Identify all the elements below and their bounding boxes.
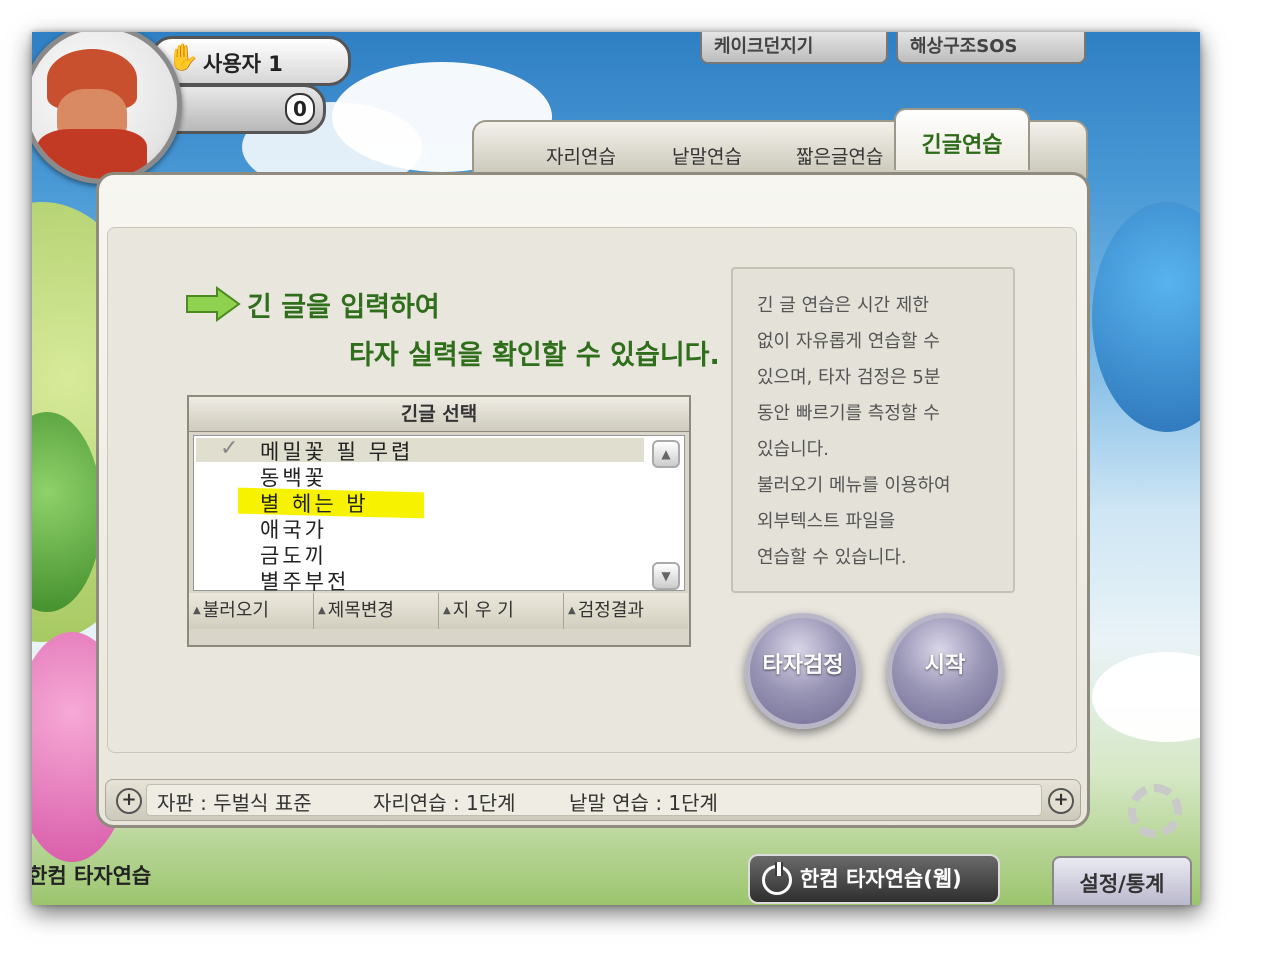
info-line: 불러오기 메뉴를 이용하여 bbox=[757, 475, 951, 496]
info-line: 긴 글 연습은 시간 제한 bbox=[757, 295, 929, 316]
info-box: 긴 글 연습은 시간 제한 없이 자유롭게 연습할 수 있으며, 타자 검정은 … bbox=[731, 267, 1015, 593]
long-text-list: 긴글 선택 ✓ 메밀꽃 필 무렵 동백꽃 별 헤는 밤 애국가 금도끼 별주부전… bbox=[187, 395, 691, 647]
long-text-panel: 긴 글을 입력하여 타자 실력을 확인할 수 있습니다. 긴글 선택 ✓ 메밀꽃… bbox=[96, 172, 1090, 828]
load-label: 불러오기 bbox=[202, 600, 269, 621]
word-level-status: 낱말 연습 : 1단계 bbox=[569, 791, 718, 815]
info-line: 연습할 수 있습니다. bbox=[757, 547, 907, 568]
keyboard-layout-status: 자판 : 두벌식 표준 bbox=[157, 791, 312, 815]
web-version-button[interactable]: 한컴 타자연습(웹) bbox=[748, 854, 1000, 904]
info-line: 있으며, 타자 검정은 5분 bbox=[757, 367, 941, 388]
typing-test-button[interactable]: 타자검정 bbox=[745, 613, 861, 729]
app-window: 케이크던지기 해상구조SOS 0 ✋ 사용자 1 자리연습 낱말연습 짧은글연습… bbox=[32, 32, 1200, 905]
web-version-label: 한컴 타자연습(웹) bbox=[800, 867, 962, 891]
intro-line-2: 타자 실력을 확인할 수 있습니다. bbox=[349, 340, 720, 371]
plus-icon[interactable]: + bbox=[1048, 788, 1074, 814]
check-icon: ✓ bbox=[220, 436, 239, 461]
tab-long-text-practice[interactable]: 긴글연습 bbox=[894, 108, 1030, 170]
cloud-decoration bbox=[1092, 652, 1200, 742]
list-action-bar: ▲ 불러오기 ▲ 제목변경 ▲ 지 우 기 ▲ 검정결과 bbox=[189, 593, 689, 631]
score-value: 0 bbox=[285, 93, 315, 125]
user-name: 사용자 1 bbox=[203, 52, 283, 76]
scroll-down-icon[interactable]: ▼ bbox=[652, 562, 680, 590]
list-header: 긴글 선택 bbox=[189, 397, 689, 432]
rename-button[interactable]: ▲ 제목변경 bbox=[314, 593, 439, 629]
scroll-up-icon[interactable]: ▲ bbox=[652, 440, 680, 468]
user-panel: ✋ 사용자 1 bbox=[150, 36, 351, 86]
app-logo: 한컴 타자연습 bbox=[32, 864, 152, 888]
arrow-right-icon bbox=[186, 286, 241, 322]
rename-label: 제목변경 bbox=[327, 600, 394, 621]
status-bar: + 자판 : 두벌식 표준 자리연습 : 1단계 낱말 연습 : 1단계 + bbox=[105, 779, 1081, 821]
position-level-status: 자리연습 : 1단계 bbox=[373, 791, 516, 815]
info-line: 동안 빠르기를 측정할 수 bbox=[757, 403, 940, 424]
practice-tab-strip: 자리연습 낱말연습 짧은글연습 긴글연습 bbox=[472, 108, 1088, 178]
tab-word-practice[interactable]: 낱말연습 bbox=[672, 142, 742, 169]
tab-short-text-practice[interactable]: 짧은글연습 bbox=[796, 142, 883, 169]
robot-character-decoration bbox=[1092, 202, 1200, 432]
results-label: 검정결과 bbox=[577, 600, 644, 621]
sos-game-button[interactable]: 해상구조SOS bbox=[896, 32, 1086, 64]
cake-game-button[interactable]: 케이크던지기 bbox=[700, 32, 888, 64]
settings-stats-button[interactable]: 설정/통계 bbox=[1052, 856, 1192, 905]
status-text-area: 자판 : 두벌식 표준 자리연습 : 1단계 낱말 연습 : 1단계 bbox=[146, 784, 1042, 816]
info-line: 외부텍스트 파일을 bbox=[757, 511, 896, 532]
delete-label: 지 우 기 bbox=[452, 600, 514, 621]
info-line: 있습니다. bbox=[757, 439, 829, 460]
avatar[interactable] bbox=[32, 32, 182, 184]
results-button[interactable]: ▲ 검정결과 bbox=[564, 593, 688, 629]
gear-icon bbox=[1128, 784, 1182, 838]
load-button[interactable]: ▲ 불러오기 bbox=[189, 593, 314, 629]
tab-position-practice[interactable]: 자리연습 bbox=[546, 142, 616, 169]
list-area[interactable]: ✓ 메밀꽃 필 무렵 동백꽃 별 헤는 밤 애국가 금도끼 별주부전 ▲ ▼ bbox=[193, 435, 685, 594]
list-item[interactable]: 별주부전 bbox=[260, 566, 349, 596]
plus-icon[interactable]: + bbox=[116, 788, 142, 814]
delete-button[interactable]: ▲ 지 우 기 bbox=[439, 593, 564, 629]
info-line: 없이 자유롭게 연습할 수 bbox=[757, 331, 940, 352]
power-icon bbox=[762, 862, 792, 895]
intro-line-1: 긴 글을 입력하여 bbox=[247, 292, 440, 323]
start-button[interactable]: 시작 bbox=[887, 613, 1003, 729]
